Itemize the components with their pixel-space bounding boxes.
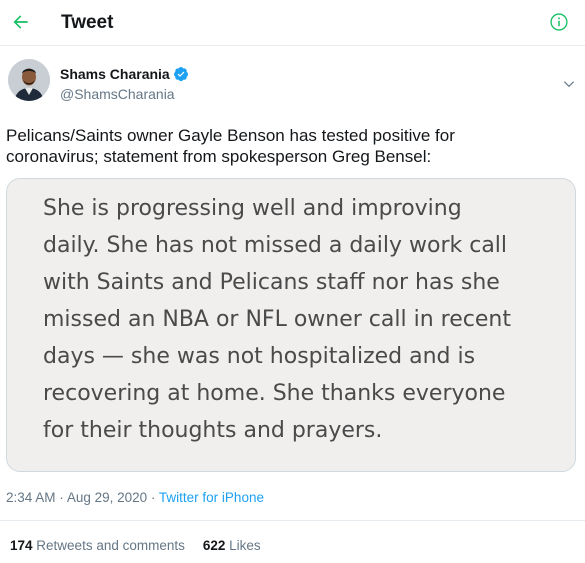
likes-label: Likes bbox=[229, 538, 261, 553]
tweet-meta: 2:34 AM · Aug 29, 2020 · Twitter for iPh… bbox=[6, 489, 264, 507]
tweet-stats: 174 Retweets and comments 622 Likes bbox=[10, 537, 279, 555]
tweet-options-button[interactable] bbox=[561, 76, 577, 92]
tweet-header: Tweet bbox=[0, 0, 585, 46]
verified-badge-icon bbox=[173, 66, 189, 82]
tweet-date[interactable]: Aug 29, 2020 bbox=[67, 490, 147, 505]
back-button[interactable] bbox=[6, 7, 36, 37]
page-title: Tweet bbox=[61, 12, 114, 33]
meta-separator: · bbox=[150, 490, 156, 505]
author-handle[interactable]: @ShamsCharania bbox=[60, 85, 175, 103]
tweet-image-text: She is progressing well and improving da… bbox=[43, 196, 511, 443]
tweet-text: Pelicans/Saints owner Gayle Benson has t… bbox=[6, 126, 455, 166]
arrow-left-icon bbox=[13, 15, 28, 29]
meta-separator: · bbox=[59, 490, 64, 505]
author-name[interactable]: Shams Charania bbox=[60, 65, 189, 83]
tweet-source-link[interactable]: Twitter for iPhone bbox=[159, 490, 264, 505]
avatar-image bbox=[8, 59, 50, 101]
retweets-stat[interactable]: 174 Retweets and comments bbox=[10, 537, 185, 555]
retweets-label: Retweets and comments bbox=[36, 538, 185, 553]
tweet-image[interactable]: She is progressing well and improving da… bbox=[6, 178, 576, 472]
tweet-time[interactable]: 2:34 AM bbox=[6, 490, 56, 505]
avatar[interactable] bbox=[8, 59, 50, 101]
retweets-count: 174 bbox=[10, 538, 33, 553]
info-icon bbox=[550, 13, 568, 31]
likes-count: 622 bbox=[202, 538, 226, 553]
chevron-down-icon bbox=[563, 81, 575, 88]
likes-stat[interactable]: 622 Likes bbox=[203, 537, 261, 555]
author-display-name: Shams Charania bbox=[60, 66, 170, 82]
divider bbox=[0, 520, 585, 521]
info-button[interactable] bbox=[548, 11, 570, 33]
